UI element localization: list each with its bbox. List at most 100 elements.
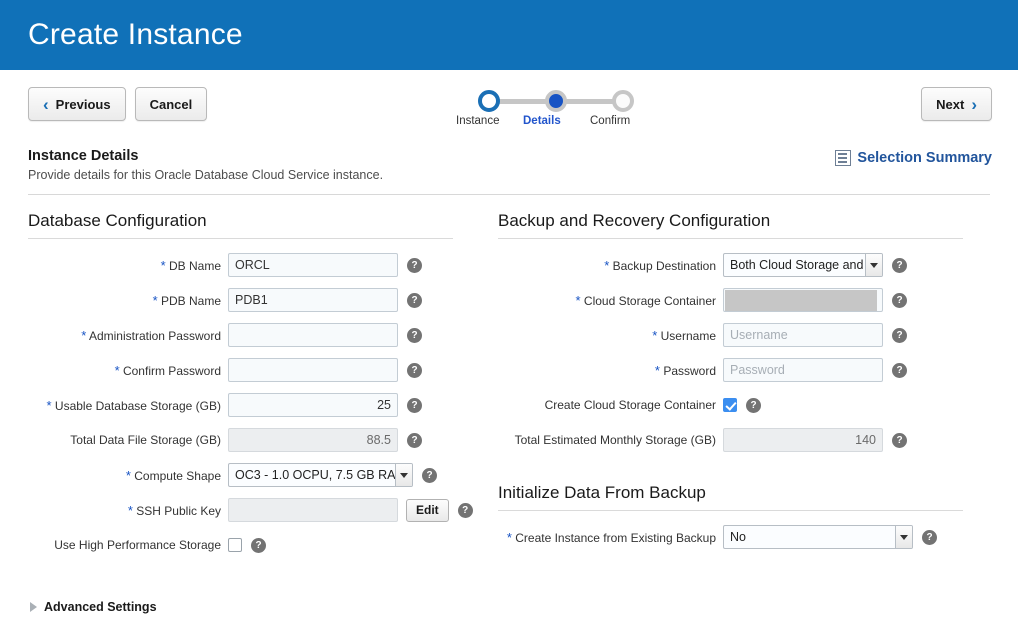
chevron-right-icon: › [971,94,977,114]
cancel-button-label: Cancel [149,96,193,112]
backup-destination-value: Both Cloud Storage and Loca [730,258,883,272]
pdb-name-input[interactable]: PDB1 [228,288,398,312]
label-text: PDB Name [160,293,221,308]
help-icon-password[interactable]: ? [892,362,907,378]
database-configuration-title: Database Configuration [28,211,207,230]
ssh-public-key-input[interactable] [228,498,398,522]
label-username: * Username [498,328,723,343]
field-row-username: * Username Username ? [498,323,990,347]
required-asterisk: * [654,362,660,378]
label-text: Username [660,328,716,343]
chevron-down-icon[interactable] [865,254,882,276]
step-label-details[interactable]: Details [523,115,561,127]
field-row-confirm-password: * Confirm Password ? [28,358,498,382]
help-icon-username[interactable]: ? [892,327,907,343]
step-node-instance[interactable] [478,90,500,112]
create-instance-from-existing-backup-select[interactable]: No [723,525,913,549]
use-high-performance-storage-checkbox[interactable] [228,538,242,552]
create-cloud-storage-container-checkbox[interactable] [723,398,737,412]
label-text: Confirm Password [122,363,221,378]
step-labels: Instance Details Confirm [456,115,634,131]
backup-destination-select[interactable]: Both Cloud Storage and Loca [723,253,883,277]
step-track [478,90,634,112]
label-create-cloud-storage-container: Create Cloud Storage Container [498,398,723,412]
advanced-settings-disclosure[interactable]: Advanced Settings [30,600,157,614]
step-label-confirm[interactable]: Confirm [590,115,630,127]
field-row-db-name: * DB Name ORCL ? [28,253,498,277]
field-row-create-cloud-storage-container: Create Cloud Storage Container ? [498,393,990,417]
previous-button[interactable]: ‹ Previous [28,87,126,121]
required-asterisk: * [652,327,658,343]
help-icon-ssh-public-key[interactable]: ? [457,502,473,518]
chevron-down-icon[interactable] [395,464,412,486]
compute-shape-value: OC3 - 1.0 OCPU, 7.5 GB RAM [235,468,406,482]
required-asterisk: * [127,502,133,518]
checklist-icon [835,150,852,166]
help-icon-create-instance-from-existing-backup[interactable]: ? [922,529,937,545]
instance-details-header: Instance Details Provide details for thi… [0,148,1018,182]
username-input[interactable]: Username [723,323,883,347]
label-confirm-password: * Confirm Password [28,363,228,378]
help-icon-db-name[interactable]: ? [407,257,422,273]
label-text: SSH Public Key [136,503,221,518]
selection-summary-link[interactable]: Selection Summary [835,150,992,166]
label-text: DB Name [168,258,221,273]
confirm-password-input[interactable] [228,358,398,382]
field-row-usable-database-storage: * Usable Database Storage (GB) 25 ? [28,393,498,417]
compute-shape-select[interactable]: OC3 - 1.0 OCPU, 7.5 GB RAM [228,463,413,487]
required-asterisk: * [125,467,131,483]
label-text: Create Cloud Storage Container [544,398,716,412]
help-icon-pdb-name[interactable]: ? [407,292,422,308]
label-text: Administration Password [88,328,221,343]
usable-database-storage-input[interactable]: 25 [228,393,398,417]
label-use-high-performance-storage: Use High Performance Storage [28,538,228,552]
chevron-down-icon[interactable] [895,526,912,548]
db-name-input[interactable]: ORCL [228,253,398,277]
help-icon-confirm-password[interactable]: ? [407,362,422,378]
label-text: Total Estimated Monthly Storage (GB) [514,433,716,447]
field-row-ssh-public-key: * SSH Public Key Edit ? [28,498,498,522]
required-asterisk: * [604,257,610,273]
help-icon-create-cloud-storage-container[interactable]: ? [746,397,761,413]
step-node-confirm[interactable] [612,90,634,112]
label-text: Cloud Storage Container [583,293,716,308]
next-button[interactable]: Next › [921,87,992,121]
create-instance-from-existing-backup-value: No [730,530,746,544]
help-icon-use-high-performance-storage[interactable]: ? [251,537,266,553]
label-text: Password [663,363,716,378]
field-row-total-estimated-monthly-storage: Total Estimated Monthly Storage (GB) 140… [498,428,990,452]
administration-password-input[interactable] [228,323,398,347]
cloud-storage-container-input[interactable] [723,288,883,312]
toolbar-left-group: ‹ Previous Cancel [28,87,208,121]
initialize-data-title: Initialize Data From Backup [498,483,706,502]
instance-details-subtitle: Provide details for this Oracle Database… [28,168,384,182]
wizard-step-indicator: Instance Details Confirm [456,90,634,131]
advanced-settings-label: Advanced Settings [44,600,157,614]
help-icon-backup-destination[interactable]: ? [892,257,907,273]
total-data-file-storage-value: 88.5 [228,428,398,452]
label-total-estimated-monthly-storage: Total Estimated Monthly Storage (GB) [498,433,723,447]
previous-button-label: Previous [55,96,111,112]
label-administration-password: * Administration Password [28,328,228,343]
required-asterisk: * [152,292,158,308]
step-node-details[interactable] [545,90,567,112]
required-asterisk: * [81,327,87,343]
field-row-pdb-name: * PDB Name PDB1 ? [28,288,498,312]
step-label-instance[interactable]: Instance [456,115,499,127]
label-create-instance-from-existing-backup: * Create Instance from Existing Backup [498,530,723,545]
database-configuration-divider [28,238,453,239]
label-password: * Password [498,363,723,378]
help-icon-compute-shape[interactable]: ? [422,467,437,483]
help-icon-cloud-storage-container[interactable]: ? [892,292,907,308]
ssh-public-key-edit-button[interactable]: Edit [406,498,449,522]
help-icon-total-estimated-monthly-storage[interactable]: ? [892,432,907,448]
help-icon-total-data-file-storage[interactable]: ? [407,432,422,448]
wizard-toolbar: ‹ Previous Cancel Instance Details Confi… [0,70,1018,148]
chevron-right-icon [30,602,37,612]
selection-summary-label: Selection Summary [857,150,992,166]
cancel-button[interactable]: Cancel [134,87,208,121]
help-icon-usable-database-storage[interactable]: ? [407,397,422,413]
password-input[interactable]: Password [723,358,883,382]
help-icon-administration-password[interactable]: ? [407,327,422,343]
total-estimated-monthly-storage-value: 140 [723,428,883,452]
